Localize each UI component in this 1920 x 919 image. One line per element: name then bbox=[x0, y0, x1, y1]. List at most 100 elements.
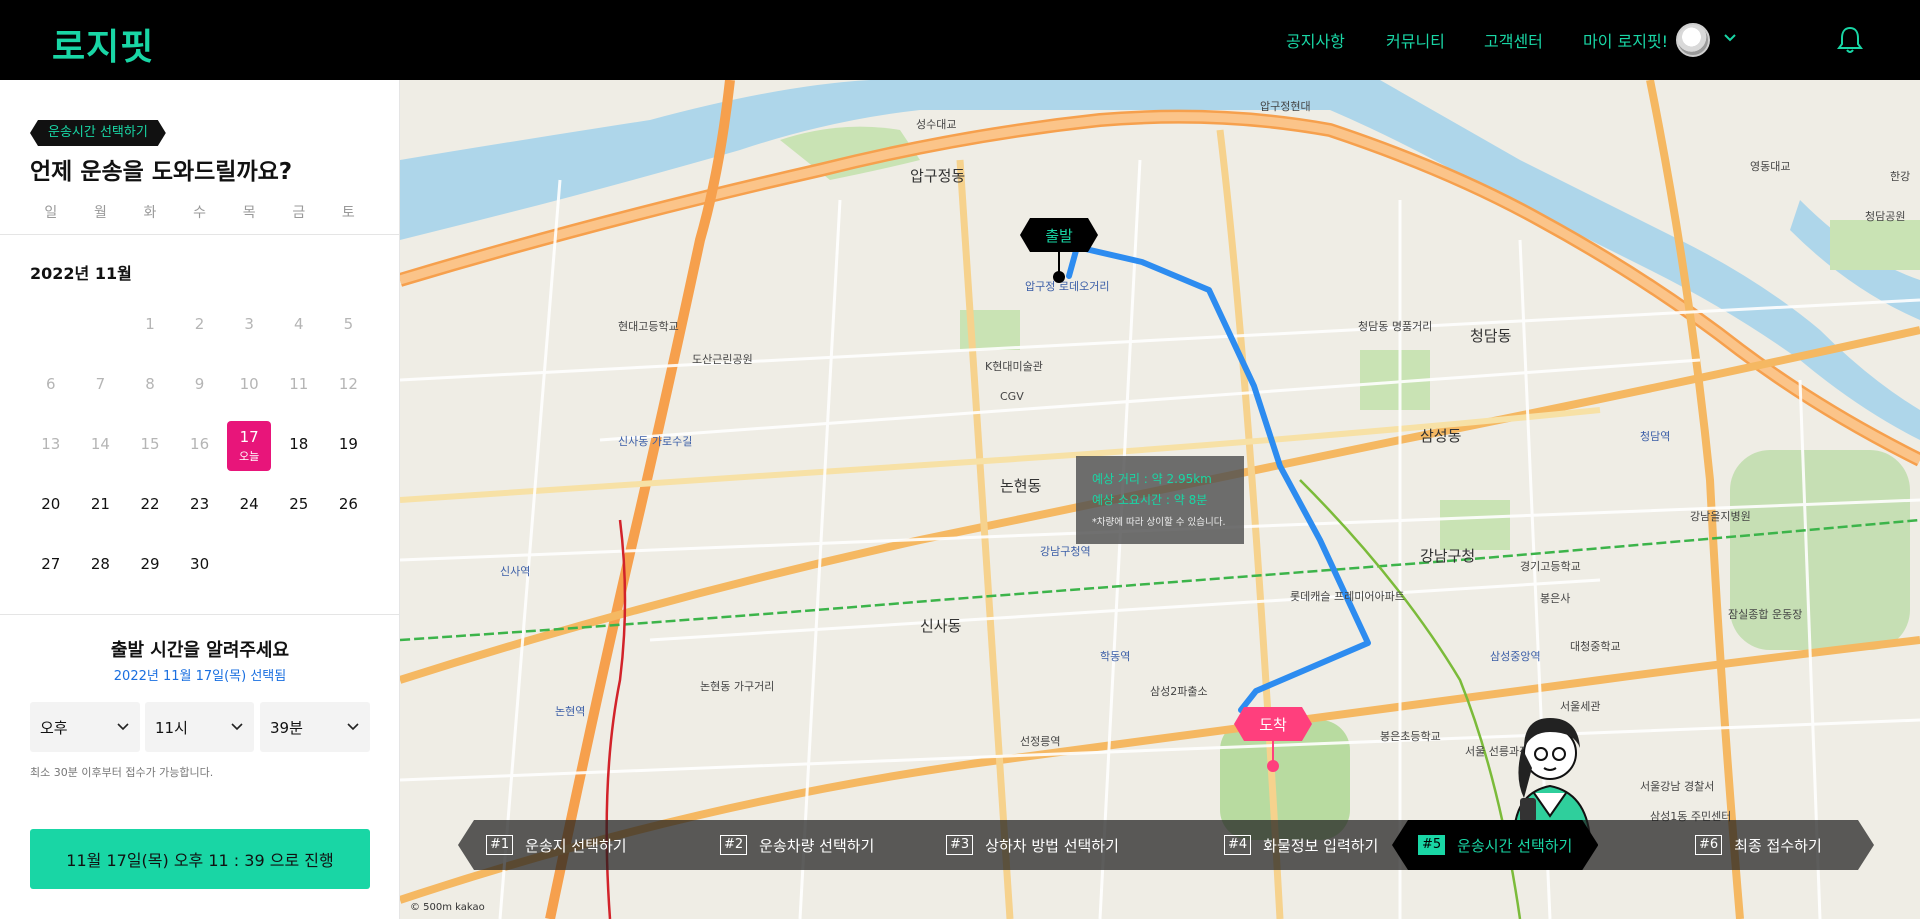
step-number: #1 bbox=[486, 835, 514, 855]
calendar-week: 6 7 8 9 10 11 12 bbox=[26, 354, 374, 414]
step-label: 최종 접수하기 bbox=[1734, 836, 1822, 855]
calendar-day: 14 bbox=[90, 435, 110, 453]
calendar-week: 1 2 3 4 5 bbox=[26, 294, 374, 354]
bell-icon[interactable] bbox=[1836, 25, 1864, 55]
start-label: 출발 bbox=[1020, 218, 1098, 252]
nav-customer-center[interactable]: 고객센터 bbox=[1484, 0, 1543, 80]
calendar-day: 7 bbox=[95, 375, 106, 393]
calendar-week: 27 28 29 30 bbox=[26, 534, 374, 594]
map-place-label: 논현동 가구거리 bbox=[700, 680, 775, 693]
map-place-label: 압구정 로데오거리 bbox=[1025, 280, 1110, 293]
calendar-day[interactable]: 21 bbox=[76, 474, 126, 534]
step-6[interactable]: #6 최종 접수하기 bbox=[1695, 820, 1822, 870]
end-label: 도착 bbox=[1234, 707, 1312, 741]
calendar-day bbox=[224, 534, 274, 594]
calendar-day[interactable]: 24 bbox=[224, 474, 274, 534]
map-place-label: 한강 bbox=[1890, 170, 1911, 183]
nav-community[interactable]: 커뮤니티 bbox=[1386, 0, 1445, 80]
page-title: 언제 운송을 도와드릴까요? bbox=[30, 159, 293, 185]
calendar-day: 3 bbox=[244, 315, 254, 333]
calendar-day[interactable]: 26 bbox=[324, 474, 374, 534]
step-5[interactable]: #5 운송시간 선택하기 bbox=[1392, 820, 1598, 870]
ampm-select[interactable]: 오후 bbox=[30, 702, 140, 752]
map-place-label: 신사동 가로수길 bbox=[618, 435, 693, 448]
start-marker[interactable]: 출발 bbox=[1020, 218, 1098, 283]
hour-select[interactable]: 11시 bbox=[145, 702, 254, 752]
step-4[interactable]: #4 화물정보 입력하기 bbox=[1224, 820, 1378, 870]
step-2[interactable]: #2 운송차량 선택하기 bbox=[720, 820, 874, 870]
departure-title: 출발 시간을 알려주세요 bbox=[110, 640, 290, 661]
map-place-label: 청담공원 bbox=[1865, 210, 1906, 223]
step-3[interactable]: #3 상하차 방법 선택하기 bbox=[946, 820, 1119, 870]
steps-background bbox=[458, 820, 1874, 870]
calendar-day[interactable]: 22 bbox=[125, 474, 175, 534]
step-number: #4 bbox=[1224, 835, 1252, 855]
selected-day-box[interactable]: 17 오늘 bbox=[227, 421, 272, 471]
day-number: 17 bbox=[239, 428, 259, 446]
map-scale: © 500m kakao bbox=[410, 902, 485, 913]
step-tag: 운송시간 선택하기 bbox=[30, 120, 166, 146]
calendar-day: 13 bbox=[41, 435, 61, 453]
map-place-label: 대청중학교 bbox=[1570, 640, 1621, 653]
map-place-label: 논현역 bbox=[555, 705, 586, 718]
minute-select[interactable]: 39분 bbox=[260, 702, 370, 752]
calendar-day[interactable]: 25 bbox=[274, 474, 324, 534]
calendar-day: 5 bbox=[343, 315, 354, 333]
calendar-day[interactable]: 27 bbox=[26, 534, 76, 594]
map-place-label: 강남구청역 bbox=[1040, 545, 1091, 558]
calendar-day[interactable]: 19 bbox=[324, 414, 374, 474]
weekday-label: 금 bbox=[292, 205, 306, 221]
weekday-label: 목 bbox=[242, 205, 256, 221]
divider bbox=[0, 234, 400, 235]
calendar-day[interactable]: 28 bbox=[76, 534, 126, 594]
progress-steps: #1 운송지 선택하기 #2 운송차량 선택하기 #3 상하차 방법 선택하기 #4 화물정보… bbox=[458, 820, 1874, 870]
month-label: 2022년 11월 bbox=[30, 264, 132, 283]
calendar-day bbox=[274, 534, 324, 594]
weekday-label: 일 bbox=[44, 205, 58, 221]
route-disclaimer: *차량에 따라 상이할 수 있습니다. bbox=[1092, 517, 1226, 528]
calendar-day: 1 bbox=[145, 315, 155, 333]
step-1[interactable]: #1 운송지 선택하기 bbox=[486, 820, 627, 870]
calendar-day: 10 bbox=[239, 375, 259, 393]
step-label: 운송시간 선택하기 bbox=[1457, 836, 1573, 855]
calendar-week: 20 21 22 23 24 25 26 bbox=[26, 474, 374, 534]
weekday-header: 일 월 화 수 목 금 토 bbox=[26, 202, 374, 222]
map-place-label: 도산근린공원 bbox=[692, 353, 753, 366]
map-view[interactable]: 압구정동 신사동 청담동 논현동 삼성동 강남구청 서울 선릉과정릉 선정릉역 압구정 로데오거… bbox=[400, 80, 1920, 919]
avatar[interactable] bbox=[1676, 23, 1710, 57]
calendar-day: 11 bbox=[289, 375, 309, 393]
minute-value: 39분 bbox=[270, 718, 303, 737]
calendar-day[interactable]: 20 bbox=[26, 474, 76, 534]
map-place-label: 압구정현대 bbox=[1260, 100, 1311, 113]
selected-date-text: 2022년 11월 17일(목) 선택됨 bbox=[113, 669, 287, 684]
nav-notice[interactable]: 공지사항 bbox=[1286, 0, 1345, 80]
map-place-label: 강남구청 bbox=[1420, 547, 1476, 565]
ampm-value: 오후 bbox=[40, 718, 68, 737]
map-place-label: 학동역 bbox=[1100, 650, 1131, 663]
calendar-day[interactable]: 23 bbox=[175, 474, 225, 534]
step-label: 운송지 선택하기 bbox=[525, 836, 627, 855]
calendar-week: 13 14 15 16 17 오늘 18 19 bbox=[26, 414, 374, 474]
route-distance: 예상 거리 : 약 2.95km bbox=[1092, 472, 1212, 486]
min-time-note: 최소 30분 이후부터 접수가 가능합니다. bbox=[30, 766, 214, 779]
calendar-day[interactable]: 18 bbox=[274, 414, 324, 474]
calendar-day-selected[interactable]: 17 오늘 bbox=[224, 414, 274, 474]
chevron-down-icon[interactable] bbox=[1722, 30, 1738, 46]
route-info-box: 예상 거리 : 약 2.95km 예상 소요시간 : 약 8분 *차량에 따라 … bbox=[1076, 456, 1244, 544]
step-number: #3 bbox=[946, 835, 974, 855]
calendar-day[interactable]: 29 bbox=[125, 534, 175, 594]
proceed-button[interactable]: 11월 17일(목) 오후 11 : 39 으로 진행 bbox=[30, 829, 370, 889]
end-marker[interactable]: 도착 bbox=[1234, 707, 1312, 772]
step-number: #6 bbox=[1695, 835, 1723, 855]
nav-my-page[interactable]: 마이 로지핏! bbox=[1583, 0, 1668, 80]
map-place-label: 논현동 bbox=[1000, 477, 1042, 495]
calendar-day: 9 bbox=[194, 375, 205, 393]
map-place-label: 신사역 bbox=[500, 565, 531, 578]
step-number: #5 bbox=[1418, 835, 1445, 855]
map-place-label: 선정릉역 bbox=[1020, 735, 1061, 748]
logo[interactable]: 로지핏 bbox=[52, 18, 154, 70]
map-place-label: 압구정동 bbox=[910, 167, 966, 185]
calendar-day: 8 bbox=[145, 375, 155, 393]
calendar-day[interactable]: 30 bbox=[175, 534, 225, 594]
calendar-day: 2 bbox=[194, 315, 205, 333]
